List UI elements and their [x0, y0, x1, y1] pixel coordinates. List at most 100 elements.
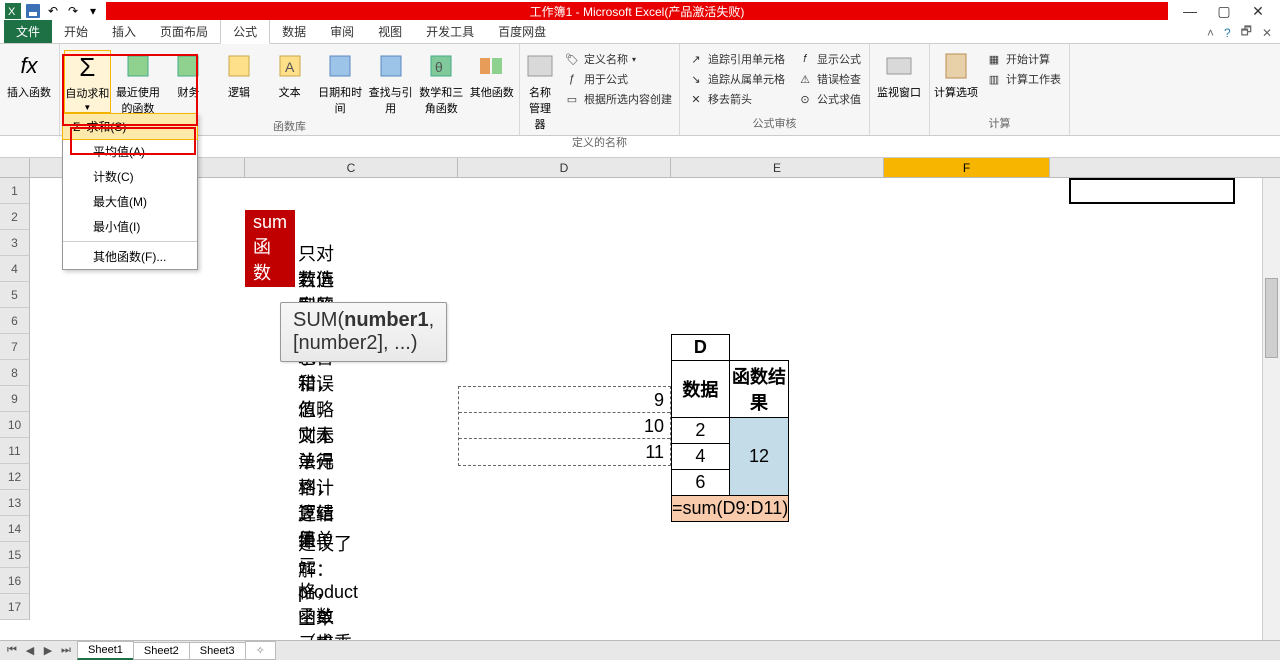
row-header[interactable]: 11 [0, 438, 30, 464]
evaluate-formula-button[interactable]: ⊙公式求值 [793, 90, 865, 108]
qat-dropdown-icon[interactable]: ▾ [84, 2, 102, 20]
recent-icon [122, 50, 154, 82]
row-header[interactable]: 9 [0, 386, 30, 412]
dropdown-other[interactable]: 其他函数(F)... [63, 244, 197, 269]
trace-precedents-button[interactable]: ↗追踪引用单元格 [684, 50, 789, 68]
doc-restore-icon[interactable]: 🗗 [1241, 22, 1252, 43]
watch-window-button[interactable]: 监视窗口 [874, 50, 924, 100]
cell-result: 12 [729, 418, 788, 496]
sheet-nav-prev[interactable]: ◀ [22, 644, 38, 657]
col-header-d[interactable]: D [458, 158, 671, 177]
tab-dev[interactable]: 开发工具 [414, 20, 486, 43]
th-result: 函数结果 [729, 361, 788, 418]
logical-button[interactable]: 逻辑 [216, 50, 263, 100]
window-controls: — ▢ ✕ [1168, 3, 1280, 20]
watch-icon [883, 50, 915, 82]
maximize-button[interactable]: ▢ [1214, 3, 1234, 20]
help-icon[interactable]: ? [1224, 26, 1231, 40]
undo-icon[interactable]: ↶ [44, 2, 62, 20]
row-header[interactable]: 12 [0, 464, 30, 490]
create-from-selection-button[interactable]: ▭根据所选内容创建 [560, 90, 676, 108]
calculate-sheet-button[interactable]: ▥计算工作表 [982, 70, 1065, 88]
calc-sheet-icon: ▥ [986, 71, 1002, 87]
row-header[interactable]: 1 [0, 178, 30, 204]
select-all-corner[interactable] [0, 158, 30, 177]
text-button[interactable]: A文本 [266, 50, 313, 100]
doc-close-icon[interactable]: ✕ [1262, 26, 1272, 40]
dropdown-sum[interactable]: Σ求和(S) [62, 113, 198, 140]
sheet-nav-last[interactable]: ⏭ [58, 644, 74, 657]
dropdown-count[interactable]: 计数(C) [63, 164, 197, 189]
math-button[interactable]: θ数学和三角函数 [418, 50, 465, 116]
fx-icon: fx [13, 50, 45, 82]
error-check-button[interactable]: ⚠错误检查 [793, 70, 865, 88]
trace-dependents-button[interactable]: ↘追踪从属单元格 [684, 70, 789, 88]
minimize-button[interactable]: — [1180, 3, 1200, 20]
tab-layout[interactable]: 页面布局 [148, 20, 220, 43]
row-header[interactable]: 4 [0, 256, 30, 282]
tab-review[interactable]: 审阅 [318, 20, 366, 43]
row-header[interactable]: 14 [0, 516, 30, 542]
show-formulas-button[interactable]: 𝑓显示公式 [793, 50, 865, 68]
use-in-formula-button[interactable]: ƒ用于公式 [560, 70, 676, 88]
name-manager-icon [524, 50, 556, 82]
dropdown-average[interactable]: 平均值(A) [63, 139, 197, 164]
scrollbar-thumb[interactable] [1265, 278, 1278, 358]
calc-options-button[interactable]: 计算选项 [934, 50, 978, 100]
row-header[interactable]: 16 [0, 568, 30, 594]
row-header[interactable]: 5 [0, 282, 30, 308]
sheet-tab-1[interactable]: Sheet1 [77, 641, 134, 660]
recent-functions-button[interactable]: 最近使用的函数 [115, 50, 162, 116]
financial-button[interactable]: 财务 [165, 50, 212, 100]
new-sheet-button[interactable]: ✧ [245, 641, 276, 660]
ribbon-minimize-icon[interactable]: ˄ [1207, 26, 1214, 40]
row-header[interactable]: 10 [0, 412, 30, 438]
cell-formula: =sum(D9:D11) [672, 496, 789, 522]
lookup-icon [375, 50, 407, 82]
row-header[interactable]: 8 [0, 360, 30, 386]
name-box[interactable] [0, 136, 70, 157]
tab-baidu[interactable]: 百度网盘 [486, 20, 558, 43]
dropdown-min[interactable]: 最小值(I) [63, 214, 197, 239]
tab-home[interactable]: 开始 [52, 20, 100, 43]
col-header-e[interactable]: E [671, 158, 884, 177]
tab-insert[interactable]: 插入 [100, 20, 148, 43]
calculate-now-button[interactable]: ▦开始计算 [982, 50, 1065, 68]
row-header[interactable]: 15 [0, 542, 30, 568]
col-header-c[interactable]: C [245, 158, 458, 177]
tab-view[interactable]: 视图 [366, 20, 414, 43]
dropdown-max[interactable]: 最大值(M) [63, 189, 197, 214]
tab-data[interactable]: 数据 [270, 20, 318, 43]
sheet-tab-2[interactable]: Sheet2 [133, 642, 190, 660]
define-name-button[interactable]: 🏷定义名称▾ [560, 50, 676, 68]
sheet-tab-3[interactable]: Sheet3 [189, 642, 246, 660]
row-header[interactable]: 2 [0, 204, 30, 230]
tab-file[interactable]: 文件 [4, 20, 52, 43]
vertical-scrollbar[interactable] [1262, 178, 1280, 640]
math-icon: θ [425, 50, 457, 82]
row-header[interactable]: 3 [0, 230, 30, 256]
sheet-nav-next[interactable]: ▶ [40, 644, 56, 657]
formula-input[interactable] [88, 136, 1280, 157]
redo-icon[interactable]: ↷ [64, 2, 82, 20]
col-header-f[interactable]: F [884, 158, 1050, 177]
row-header[interactable]: 6 [0, 308, 30, 334]
row-header[interactable]: 13 [0, 490, 30, 516]
insert-function-button[interactable]: fx插入函数 [4, 50, 54, 100]
save-icon[interactable] [24, 2, 42, 20]
remove-arrows-button[interactable]: ✕移去箭头 [684, 90, 789, 108]
datetime-button[interactable]: 日期和时间 [317, 50, 364, 116]
chevron-down-icon: ▾ [632, 55, 636, 64]
sheet-nav-first[interactable]: ⏮ [4, 644, 20, 657]
lookup-button[interactable]: 查找与引用 [367, 50, 414, 116]
name-manager-button[interactable]: 名称管理器 [524, 50, 556, 132]
active-cell[interactable] [1069, 178, 1235, 204]
tab-formula[interactable]: 公式 [220, 19, 270, 44]
other-functions-button[interactable]: 其他函数 [469, 50, 516, 100]
row-header[interactable]: 7 [0, 334, 30, 360]
group-label-calc: 计算 [934, 113, 1065, 133]
row-header[interactable]: 17 [0, 594, 30, 620]
row-index-dashed: 9 10 11 [458, 386, 671, 466]
autosum-button[interactable]: Σ自动求和▼ [64, 50, 111, 113]
close-button[interactable]: ✕ [1248, 3, 1268, 20]
